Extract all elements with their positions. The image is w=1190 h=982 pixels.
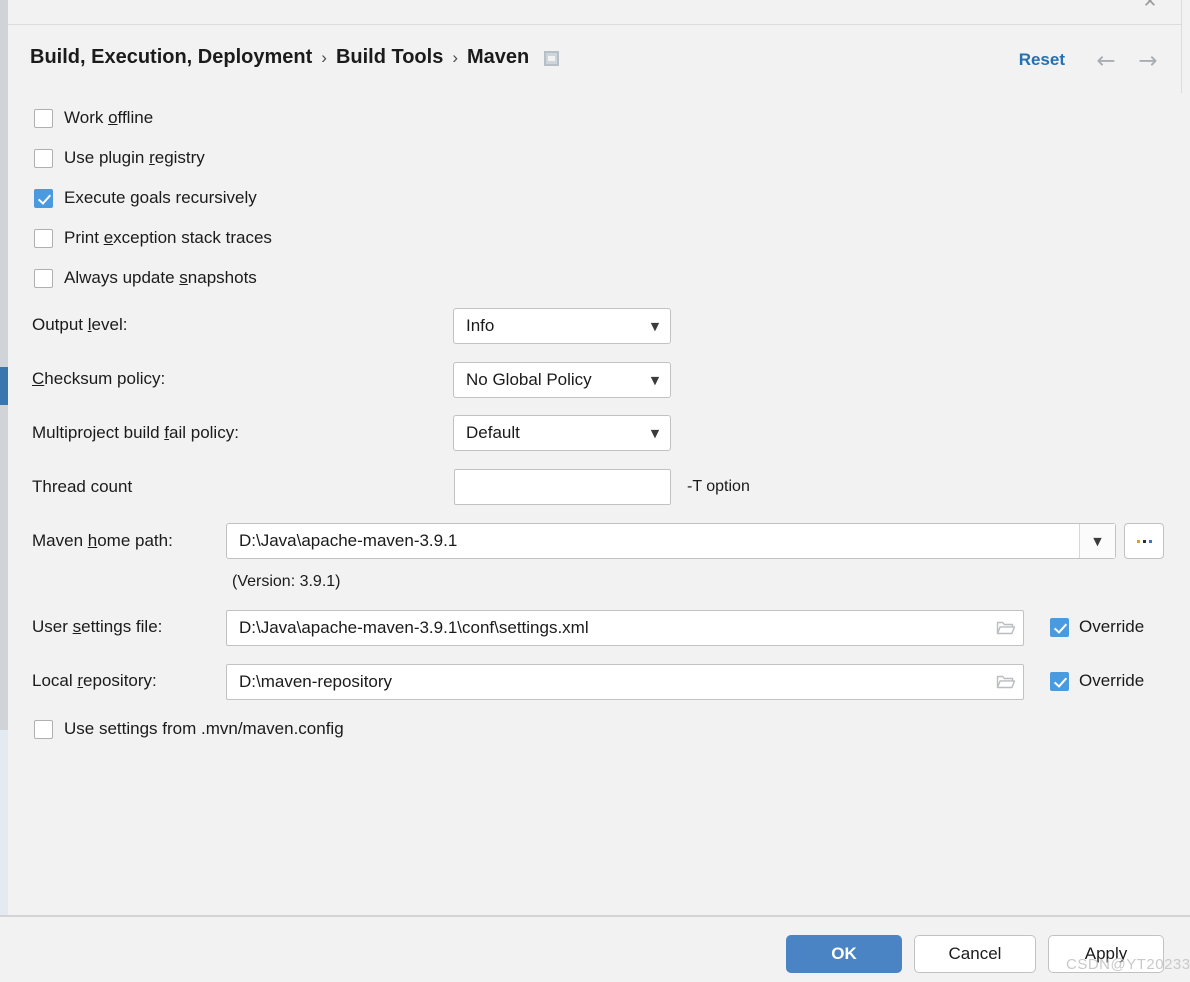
input-local-repository-value[interactable]: D:\maven-repository — [227, 672, 989, 692]
breadcrumb: Build, Execution, Deployment › Build Too… — [30, 46, 560, 69]
input-maven-home-path[interactable]: D:\Java\apache-maven-3.9.1 ▼ — [226, 523, 1116, 559]
checkbox-use-mvn-maven-config[interactable]: Use settings from .mvn/maven.config — [34, 716, 344, 742]
checkbox-work-offline[interactable]: Work offline — [34, 105, 153, 131]
reset-button[interactable]: Reset — [1019, 50, 1065, 70]
checkbox-label: Work offline — [64, 108, 154, 127]
left-panel-divider-lower — [0, 730, 8, 915]
input-user-settings-file[interactable]: D:\Java\apache-maven-3.9.1\conf\settings… — [226, 610, 1024, 646]
checkbox-box[interactable] — [34, 228, 53, 248]
breadcrumb-item-2[interactable]: Maven — [467, 46, 529, 69]
label-checksum-policy: Checksum policy: — [32, 369, 166, 388]
label-local-repository: Local repository: — [32, 671, 157, 690]
dialog-footer: OK Cancel Apply — [0, 917, 1190, 982]
checkbox-label: Override — [1079, 671, 1145, 690]
checkbox-box[interactable] — [34, 148, 53, 168]
breadcrumb-item-0[interactable]: Build, Execution, Deployment — [30, 46, 312, 69]
ok-button[interactable]: OK — [786, 935, 902, 973]
cancel-button[interactable]: Cancel — [914, 935, 1036, 973]
checkbox-label: Override — [1079, 617, 1145, 636]
checkbox-label: Always update snapshots — [64, 268, 257, 287]
chevron-down-icon[interactable]: ▼ — [1079, 524, 1115, 558]
folder-icon[interactable] — [989, 674, 1023, 690]
select-multiproject-fail-policy-value: Default — [466, 423, 520, 442]
settings-content: Work offline Use plugin registry Execute… — [8, 93, 1182, 915]
dialog-header: Build, Execution, Deployment › Build Too… — [8, 25, 1182, 93]
input-user-settings-file-value[interactable]: D:\Java\apache-maven-3.9.1\conf\settings… — [227, 618, 989, 638]
checkbox-use-plugin-registry[interactable]: Use plugin registry — [34, 145, 205, 171]
folder-icon[interactable] — [989, 620, 1023, 636]
checkbox-always-update-snapshots[interactable]: Always update snapshots — [34, 265, 257, 291]
breadcrumb-separator: › — [452, 47, 459, 67]
breadcrumb-item-1[interactable]: Build Tools — [336, 46, 443, 69]
checkbox-label: Print exception stack traces — [64, 228, 272, 247]
label-thread-count: Thread count — [32, 477, 133, 496]
checkbox-box[interactable] — [34, 108, 53, 128]
maven-version-note: (Version: 3.9.1) — [232, 573, 341, 590]
checkbox-label: Use plugin registry — [64, 148, 205, 167]
select-output-level[interactable]: Info ▼ — [453, 308, 671, 344]
checkbox-box[interactable] — [34, 188, 53, 208]
settings-dialog: ✕ Build, Execution, Deployment › Build T… — [0, 0, 1190, 982]
checkbox-box[interactable] — [34, 719, 53, 739]
input-thread-count[interactable] — [454, 469, 671, 505]
close-icon[interactable]: ✕ — [1139, 0, 1161, 13]
label-output-level: Output level: — [32, 315, 128, 334]
label-maven-home-path: Maven home path: — [32, 531, 173, 550]
hint-thread-count: -T option — [687, 478, 750, 495]
select-multiproject-fail-policy[interactable]: Default ▼ — [453, 415, 671, 451]
breadcrumb-separator: › — [321, 47, 327, 67]
label-user-settings-file: User settings file: — [32, 617, 163, 636]
ellipsis-icon — [1136, 539, 1152, 543]
chevron-down-icon[interactable]: ▼ — [640, 320, 670, 333]
select-checksum-policy[interactable]: No Global Policy ▼ — [453, 362, 671, 398]
checkbox-label: Use settings from .mvn/maven.config — [64, 719, 344, 738]
chevron-down-icon[interactable]: ▼ — [640, 427, 670, 440]
select-output-level-value: Info — [466, 316, 495, 335]
checkbox-execute-goals-recursively[interactable]: Execute goals recursively — [34, 185, 257, 211]
input-local-repository[interactable]: D:\maven-repository — [226, 664, 1024, 700]
checkbox-print-exception-stack-traces[interactable]: Print exception stack traces — [34, 225, 272, 251]
forward-arrow-icon[interactable]: → — [1134, 47, 1162, 75]
checkbox-box[interactable] — [34, 268, 53, 288]
checkbox-box[interactable] — [1050, 671, 1069, 691]
input-maven-home-path-value[interactable]: D:\Java\apache-maven-3.9.1 — [227, 524, 1079, 558]
browse-maven-home-button[interactable] — [1124, 523, 1164, 559]
checkbox-override-local-repository[interactable]: Override — [1050, 671, 1144, 691]
chevron-down-icon[interactable]: ▼ — [640, 374, 670, 387]
select-checksum-policy-value: No Global Policy — [466, 370, 592, 389]
label-multiproject-fail-policy: Multiproject build fail policy: — [32, 423, 239, 442]
checkbox-box[interactable] — [1050, 617, 1069, 637]
watermark: CSDN@YT20233 — [1066, 956, 1190, 973]
back-arrow-icon[interactable]: ← — [1092, 47, 1120, 75]
window-badge-icon — [544, 51, 560, 66]
vertical-scrollbar-thumb[interactable] — [0, 367, 8, 405]
checkbox-override-user-settings[interactable]: Override — [1050, 617, 1144, 637]
checkbox-label: Execute goals recursively — [64, 188, 257, 207]
